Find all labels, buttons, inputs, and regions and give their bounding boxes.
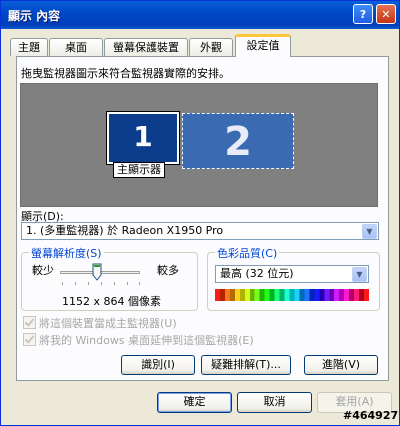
color-quality-group-label: 色彩品質(C): [215, 245, 280, 261]
monitor-number: 1: [133, 120, 153, 153]
watermark-text: #464927: [343, 409, 399, 422]
help-button[interactable]: ?: [353, 4, 373, 24]
tab-settings[interactable]: 設定值: [235, 34, 291, 57]
tab-themes[interactable]: 主題: [10, 38, 48, 56]
color-quality-value: 最高 (32 位元): [220, 267, 294, 280]
primary-monitor-label: 主顯示器: [113, 162, 165, 178]
troubleshoot-button[interactable]: 疑難排解(T)...: [201, 355, 291, 375]
checkbox-box[interactable]: [23, 333, 36, 346]
color-palette-bar: [215, 289, 369, 301]
checkbox-box[interactable]: [23, 316, 36, 329]
tab-label: 螢幕保護裝置: [113, 41, 179, 54]
checkbox-label: 將我的 Windows 桌面延伸到這個監視器(E): [39, 334, 254, 347]
resolution-slider-thumb[interactable]: [92, 263, 102, 281]
tab-label: 設定值: [246, 39, 280, 52]
tab-screen-saver[interactable]: 螢幕保護裝置: [104, 38, 188, 56]
ok-button[interactable]: 確定: [157, 392, 232, 413]
window-title: 顯示 內容: [8, 9, 61, 23]
chevron-down-icon[interactable]: ▼: [362, 224, 377, 239]
resolution-slider-ticks: [62, 282, 140, 285]
tab-label: 桌面: [65, 41, 87, 54]
cancel-button[interactable]: 取消: [237, 392, 312, 413]
close-icon: ✕: [381, 8, 391, 21]
resolution-group-label: 螢幕解析度(S): [29, 245, 104, 261]
display-select-value: 1. (多重監視器) 於 Radeon X1950 Pro: [26, 224, 224, 237]
monitor-2-icon[interactable]: 2: [182, 113, 294, 169]
chevron-down-icon[interactable]: ▼: [352, 267, 367, 282]
resolution-less-label: 較少: [32, 264, 54, 277]
tab-label: 外觀: [200, 41, 222, 54]
instructions-text: 拖曳監視器圖示來符合監視器實際的安排。: [21, 67, 230, 80]
advanced-button[interactable]: 進階(V): [304, 355, 378, 375]
monitor-1-icon[interactable]: 1: [106, 111, 180, 165]
tab-appearance[interactable]: 外觀: [189, 38, 233, 56]
resolution-more-label: 較多: [157, 264, 179, 277]
display-select[interactable]: 1. (多重監視器) 於 Radeon X1950 Pro ▼: [21, 222, 379, 240]
help-icon: ?: [359, 8, 367, 21]
identify-button[interactable]: 識別(I): [121, 355, 195, 375]
display-properties-window: 顯示 內容 ? ✕ 主題 桌面 螢幕保護裝置 外觀 設定值 拖曳監視器圖示來符合…: [0, 0, 400, 426]
primary-monitor-checkbox[interactable]: 將這個裝置當成主監視器(U): [23, 315, 177, 331]
tab-label: 主題: [18, 41, 40, 54]
color-quality-select[interactable]: 最高 (32 位元) ▼: [215, 265, 369, 283]
monitor-number: 2: [224, 119, 252, 165]
checkbox-label: 將這個裝置當成主監視器(U): [39, 317, 177, 330]
extend-desktop-checkbox[interactable]: 將我的 Windows 桌面延伸到這個監視器(E): [23, 332, 254, 348]
title-bar[interactable]: 顯示 內容 ? ✕: [1, 1, 399, 29]
close-button[interactable]: ✕: [376, 4, 396, 24]
resolution-value: 1152 x 864 個像素: [62, 295, 161, 308]
tab-desktop[interactable]: 桌面: [49, 38, 103, 56]
